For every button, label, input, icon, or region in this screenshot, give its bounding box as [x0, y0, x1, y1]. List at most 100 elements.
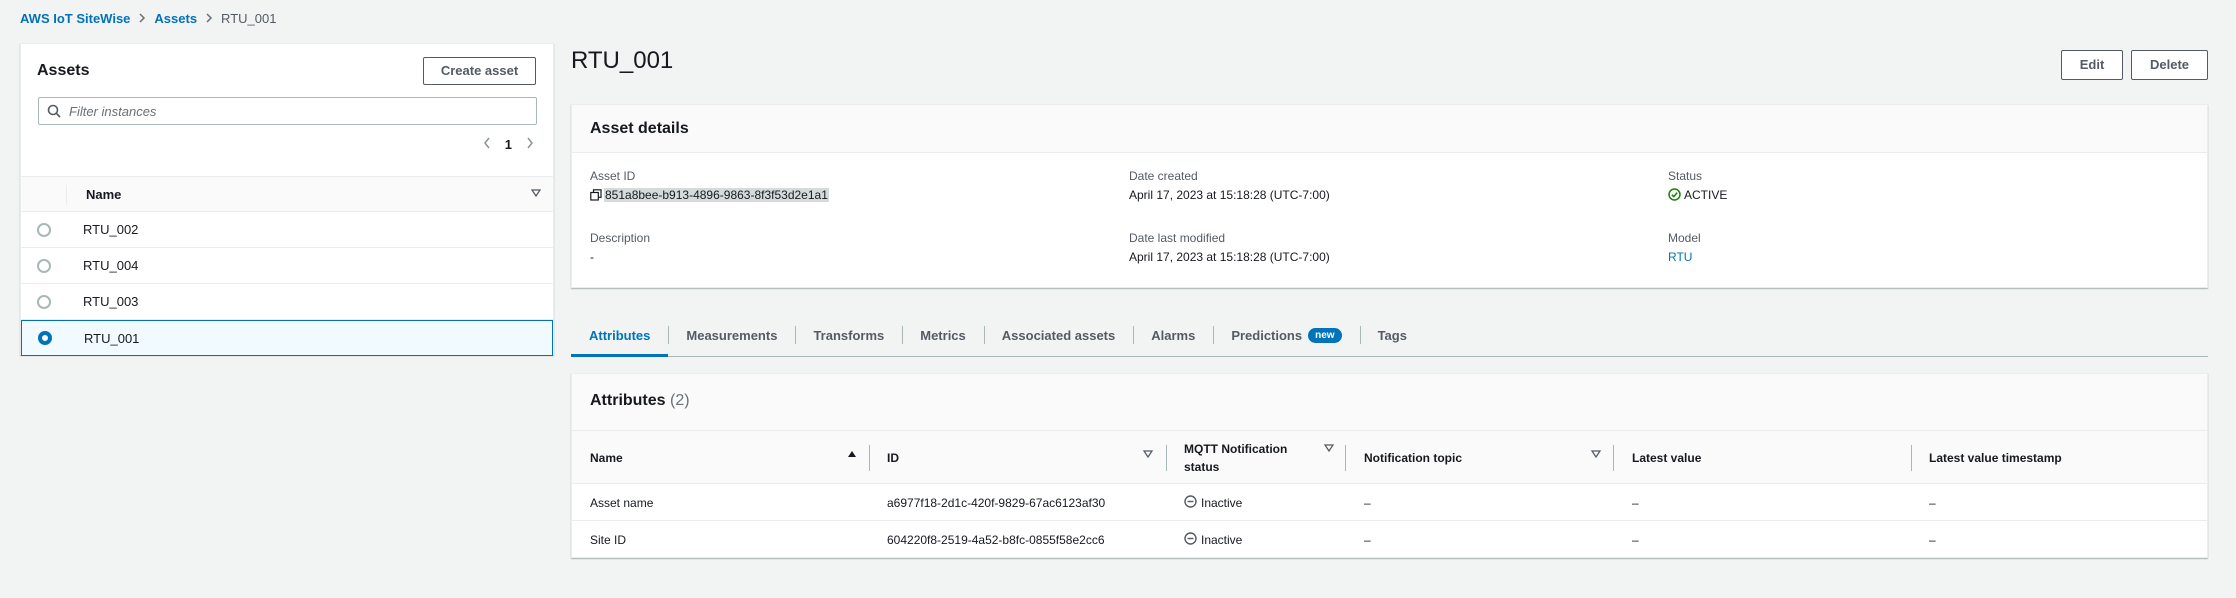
chevron-left-icon[interactable]	[483, 136, 491, 152]
assets-table-header: Name	[21, 176, 553, 212]
attributes-table-header: Name ID MQTT Notification status Notific…	[572, 431, 2207, 484]
asset-id-value: 851a8bee-b913-4896-9863-8f3f53d2e1a1	[590, 188, 829, 204]
new-badge: new	[1308, 327, 1342, 343]
mqtt-header-line1: MQTT Notification	[1184, 441, 1288, 456]
model-label: Model	[1668, 231, 1701, 245]
details-column-3: Status ACTIVE Model RTU	[1668, 169, 1727, 293]
column-header-notification-topic[interactable]: Notification topic	[1364, 431, 1462, 484]
edit-button[interactable]: Edit	[2061, 50, 2123, 80]
column-header-latest-timestamp[interactable]: Latest value timestamp	[1929, 431, 2062, 484]
attribute-status: Inactive	[1184, 484, 1242, 521]
sort-down-icon[interactable]	[1590, 449, 1602, 461]
status-value: ACTIVE	[1668, 188, 1727, 204]
column-header-id[interactable]: ID	[887, 431, 899, 484]
assets-table: Name RTU_002 RTU_004 RTU_003 RTU_001	[21, 176, 553, 356]
attribute-latest-timestamp: –	[1929, 495, 1936, 510]
column-header-mqtt-status[interactable]: MQTT Notification status	[1184, 431, 1287, 484]
date-created-label: Date created	[1129, 169, 1198, 183]
attribute-id: a6977f18-2d1c-420f-9829-67ac6123af30	[887, 495, 1106, 510]
asset-row-rtu-002[interactable]: RTU_002	[21, 212, 553, 248]
sort-asc-icon[interactable]	[847, 449, 857, 461]
column-divider	[66, 185, 67, 205]
asset-details-title: Asset details	[572, 105, 2207, 153]
asset-row-label: RTU_002	[83, 222, 139, 237]
delete-button[interactable]: Delete	[2131, 50, 2208, 80]
filter-instances-input[interactable]	[69, 103, 536, 119]
attribute-topic: –	[1364, 495, 1371, 510]
description-value: -	[590, 250, 594, 264]
breadcrumb-sitewise-link[interactable]: AWS IoT SiteWise	[20, 11, 130, 26]
status-label: Status	[1668, 169, 1703, 183]
tab-attributes[interactable]: Attributes	[571, 314, 669, 357]
column-divider[interactable]	[1345, 445, 1346, 471]
asset-tabs: Attributes Measurements Transforms Metri…	[571, 314, 2208, 357]
chevron-right-icon[interactable]	[526, 136, 534, 152]
column-divider[interactable]	[1911, 445, 1912, 471]
asset-radio-button[interactable]	[37, 294, 51, 309]
attributes-header: Attributes (2)	[572, 374, 2207, 431]
breadcrumb: AWS IoT SiteWise Assets RTU_001	[20, 11, 276, 26]
attributes-title: Attributes	[590, 392, 666, 409]
asset-radio-button[interactable]	[37, 222, 51, 237]
attributes-card: Attributes (2) Name ID MQTT Notification…	[571, 373, 2208, 558]
attribute-latest-value: –	[1632, 495, 1639, 510]
tab-measurements[interactable]: Measurements	[668, 314, 795, 356]
model-value: RTU	[1668, 250, 1727, 266]
asset-id-label: Asset ID	[590, 169, 636, 183]
attribute-status-text: Inactive	[1201, 532, 1243, 547]
attribute-topic: –	[1364, 532, 1371, 547]
column-header-name[interactable]: Name	[86, 187, 121, 202]
asset-radio-button[interactable]	[37, 258, 51, 273]
column-header-latest-value[interactable]: Latest value	[1632, 431, 1701, 484]
inactive-icon	[1184, 531, 1197, 548]
details-column-1: Asset ID 851a8bee-b913-4896-9863-8f3f53d…	[590, 169, 829, 293]
column-header-name[interactable]: Name	[590, 431, 623, 484]
tab-metrics[interactable]: Metrics	[902, 314, 984, 356]
column-divider[interactable]	[1613, 445, 1614, 471]
asset-row-label: RTU_001	[84, 330, 140, 346]
date-modified-label: Date last modified	[1129, 231, 1226, 245]
table-row: Site ID 604220f8-2519-4a52-b8fc-0855f58e…	[572, 521, 2207, 558]
asset-details-card: Asset details Asset ID 851a8bee-b913-489…	[571, 104, 2208, 288]
tab-predictions-label: Predictions	[1231, 327, 1303, 343]
breadcrumb-current: RTU_001	[221, 11, 277, 26]
tab-predictions[interactable]: Predictions new	[1213, 314, 1359, 356]
sort-down-icon[interactable]	[1323, 443, 1335, 455]
attribute-status: Inactive	[1184, 521, 1242, 558]
attribute-latest-timestamp: –	[1929, 532, 1936, 547]
pagination: 1	[483, 136, 534, 152]
copy-icon[interactable]	[590, 189, 602, 204]
asset-row-rtu-003[interactable]: RTU_003	[21, 284, 553, 320]
page-number[interactable]: 1	[505, 137, 512, 152]
column-divider[interactable]	[869, 445, 870, 471]
sort-down-icon[interactable]	[1142, 449, 1154, 461]
description-label: Description	[590, 231, 651, 245]
breadcrumb-assets-link[interactable]: Assets	[154, 11, 197, 26]
attribute-status-text: Inactive	[1201, 495, 1243, 510]
sort-down-icon[interactable]	[530, 188, 542, 200]
asset-row-rtu-001[interactable]: RTU_001	[21, 320, 553, 356]
asset-radio-button-selected[interactable]	[38, 331, 52, 345]
tab-associated-assets[interactable]: Associated assets	[983, 314, 1133, 356]
asset-row-rtu-004[interactable]: RTU_004	[21, 248, 553, 284]
chevron-right-icon	[205, 11, 213, 26]
check-circle-icon	[1668, 188, 1681, 204]
attribute-name: Site ID	[590, 532, 627, 547]
asset-row-label: RTU_003	[83, 294, 139, 309]
page-title: RTU_001	[571, 47, 674, 74]
tab-transforms[interactable]: Transforms	[795, 314, 902, 356]
create-asset-button[interactable]: Create asset	[423, 57, 536, 85]
attribute-id: 604220f8-2519-4a52-b8fc-0855f58e2cc6	[887, 532, 1105, 547]
asset-id-text: 851a8bee-b913-4896-9863-8f3f53d2e1a1	[604, 188, 829, 202]
model-link[interactable]: RTU	[1668, 250, 1692, 264]
date-modified-value: April 17, 2023 at 15:18:28 (UTC-7:00)	[1129, 250, 1330, 264]
attribute-name: Asset name	[590, 495, 654, 510]
assets-panel-title: Assets	[37, 62, 90, 79]
mqtt-header-line2: status	[1184, 459, 1220, 474]
column-divider[interactable]	[1166, 445, 1167, 471]
date-created-value: April 17, 2023 at 15:18:28 (UTC-7:00)	[1129, 188, 1330, 202]
tab-tags[interactable]: Tags	[1359, 314, 1425, 356]
filter-instances-field[interactable]	[38, 97, 537, 125]
table-row: Asset name a6977f18-2d1c-420f-9829-67ac6…	[572, 484, 2207, 521]
tab-alarms[interactable]: Alarms	[1133, 314, 1213, 356]
